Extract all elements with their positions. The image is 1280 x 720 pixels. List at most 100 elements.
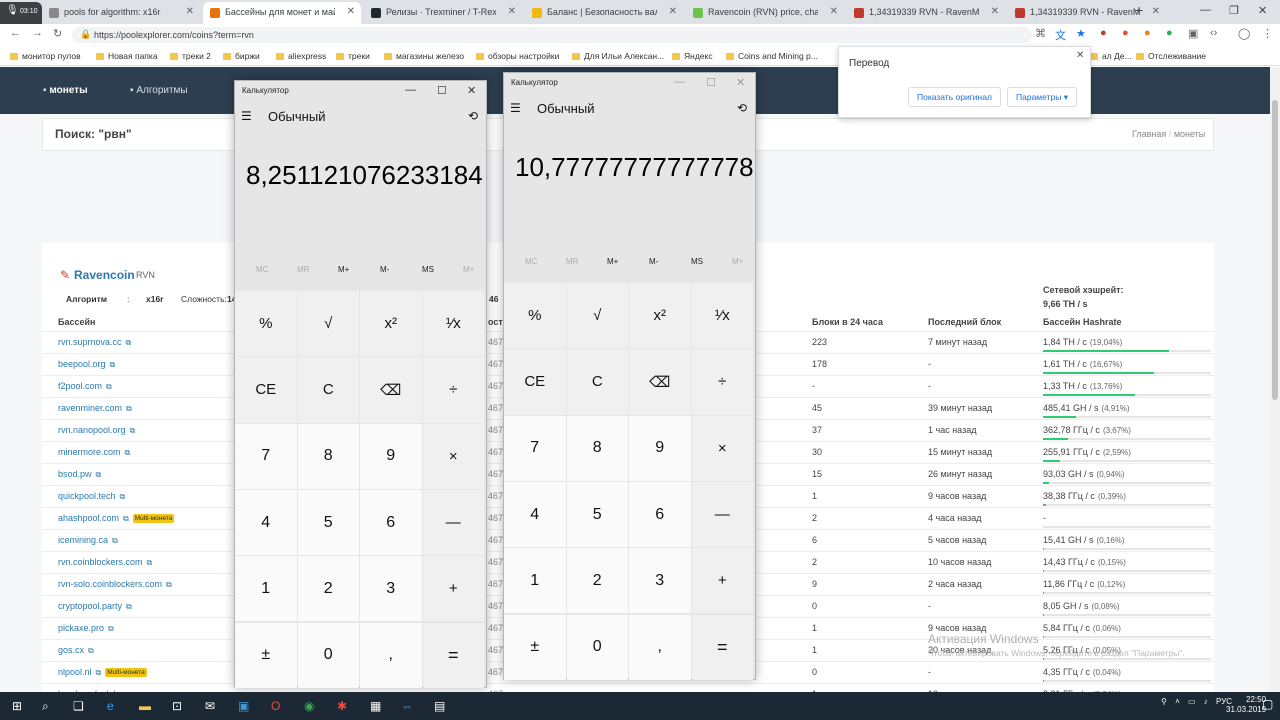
- teamviewer-icon[interactable]: ⇔: [401, 699, 413, 713]
- calc1-menu-icon[interactable]: ☰: [241, 109, 252, 123]
- mail-icon[interactable]: ✉: [205, 699, 215, 713]
- calc-key[interactable]: x²: [360, 291, 422, 357]
- bookmark-item[interactable]: магазины железо: [384, 51, 464, 61]
- calc2-menu-icon[interactable]: ☰: [510, 101, 521, 115]
- pool-link[interactable]: cryptopool.party ⧉: [58, 601, 132, 612]
- calc1-maximize-icon[interactable]: ☐: [437, 84, 447, 97]
- extension-grey-icon[interactable]: ▣: [1188, 27, 1198, 40]
- calc-key[interactable]: —: [422, 489, 484, 556]
- search-icon[interactable]: ⌕: [42, 699, 49, 714]
- external-link-icon[interactable]: ⧉: [112, 536, 118, 545]
- external-link-icon[interactable]: ⧉: [166, 580, 172, 589]
- extension-orange-icon[interactable]: ●: [1144, 27, 1151, 39]
- col-pool-header[interactable]: Бассейн: [58, 317, 95, 327]
- bookmark-item[interactable]: Для Ильи Алексан...: [572, 51, 664, 61]
- calc-key[interactable]: ⌫: [629, 349, 691, 415]
- external-link-icon[interactable]: ⧉: [125, 448, 131, 457]
- pool-link[interactable]: f2pool.com ⧉: [58, 381, 112, 392]
- calc-key[interactable]: √: [566, 283, 628, 349]
- extension-green-icon[interactable]: ●: [1166, 27, 1173, 39]
- calc-key[interactable]: 2: [297, 556, 359, 622]
- taskbar-clock[interactable]: 22:50 31.03.2019: [1226, 695, 1266, 715]
- calc-key[interactable]: ÷: [691, 349, 753, 415]
- calc-key[interactable]: %: [504, 283, 566, 349]
- calc-key[interactable]: ¹⁄x: [691, 283, 753, 349]
- task-view-icon[interactable]: ❏: [73, 699, 84, 713]
- calc-key[interactable]: 9: [629, 415, 691, 481]
- calc1-history-icon[interactable]: ⟲: [468, 109, 478, 123]
- external-link-icon[interactable]: ⧉: [130, 426, 136, 435]
- calc2-close-icon[interactable]: ✕: [736, 76, 745, 89]
- bookmark-item[interactable]: монитор пулов: [10, 51, 81, 61]
- address-bar[interactable]: 🔒 https://poolexplorer.com/coins?term=rv…: [72, 27, 1032, 43]
- external-link-icon[interactable]: ⧉: [88, 646, 94, 655]
- windows-start-icon[interactable]: ⊞: [12, 699, 22, 713]
- translate-close-icon[interactable]: ✕: [1076, 50, 1084, 61]
- file-explorer-icon[interactable]: ▬: [139, 699, 151, 713]
- bookmark-item[interactable]: ал Де...: [1090, 51, 1132, 61]
- external-link-icon[interactable]: ⧉: [123, 514, 129, 523]
- bookmark-item[interactable]: обзоры настройки: [476, 51, 559, 61]
- calc-key[interactable]: CE: [504, 349, 566, 415]
- calc-key[interactable]: ×: [691, 415, 753, 481]
- pool-link[interactable]: rvn.coinblockers.com ⧉: [58, 557, 152, 568]
- extension-red-icon[interactable]: ●: [1122, 27, 1129, 39]
- calc2-maximize-icon[interactable]: ☐: [706, 76, 716, 89]
- calc-key[interactable]: 3: [360, 556, 422, 622]
- calc-key[interactable]: 6: [629, 481, 691, 548]
- calc-key[interactable]: =: [691, 614, 753, 680]
- new-tab-button[interactable]: +: [1135, 2, 1143, 18]
- calc-key[interactable]: +: [422, 556, 484, 622]
- pool-link[interactable]: pickaxe.pro ⧉: [58, 623, 114, 634]
- external-link-icon[interactable]: ⧉: [96, 668, 102, 677]
- calc-key[interactable]: %: [235, 291, 297, 357]
- pool-link[interactable]: nlpool.nl ⧉ Multi-монета: [58, 667, 147, 678]
- pool-link[interactable]: ahashpool.com ⧉ Multi-монета: [58, 513, 175, 524]
- volume-icon[interactable]: ♪: [1204, 697, 1208, 706]
- tray-chevron-icon[interactable]: ˄: [1175, 697, 1180, 706]
- bookmark-item[interactable]: треки: [336, 51, 370, 61]
- app-grid-icon[interactable]: ▦: [370, 699, 381, 713]
- calc-key[interactable]: —: [691, 481, 753, 548]
- calc1-minimize-icon[interactable]: —: [405, 84, 416, 96]
- col-last-header[interactable]: Последний блок: [928, 317, 1001, 327]
- tab-close-icon[interactable]: ✕: [1152, 6, 1160, 17]
- browser-tab[interactable]: Баланс | Безопасность валюты ✕: [525, 2, 683, 24]
- calc-key[interactable]: 9: [360, 423, 422, 489]
- coin-name-link[interactable]: Ravencoin: [74, 268, 135, 282]
- calc2-history-icon[interactable]: ⟲: [737, 101, 747, 115]
- nav-algorithms[interactable]: ▪ Алгоритмы: [130, 85, 188, 96]
- scrollbar-thumb[interactable]: [1272, 100, 1278, 400]
- external-link-icon[interactable]: ⧉: [108, 624, 114, 633]
- calc-key[interactable]: C: [566, 349, 628, 415]
- store-icon[interactable]: ⊡: [172, 699, 182, 713]
- external-link-icon[interactable]: ⧉: [126, 602, 132, 611]
- pool-link[interactable]: minermore.com ⧉: [58, 447, 130, 458]
- tab-close-icon[interactable]: ✕: [830, 6, 838, 17]
- menu-dots-icon[interactable]: ⋮: [1262, 27, 1273, 40]
- pool-link[interactable]: icemining.ca ⧉: [58, 535, 118, 546]
- col-hash-header[interactable]: Бассейн Hashrate: [1043, 317, 1121, 327]
- calc-key[interactable]: =: [422, 622, 484, 688]
- tab-close-icon[interactable]: ✕: [669, 6, 677, 17]
- memory-button-ms[interactable]: MS: [422, 265, 434, 274]
- browser-tab[interactable]: pools for algorithm: x16r ✕: [42, 2, 200, 24]
- tab-close-icon[interactable]: ✕: [186, 6, 194, 17]
- pool-link[interactable]: beepool.org ⧉: [58, 359, 115, 370]
- pool-link[interactable]: bsod.pw ⧉: [58, 469, 101, 480]
- calc2-minimize-icon[interactable]: —: [674, 76, 685, 88]
- extension-abp-icon[interactable]: ●: [1100, 27, 1107, 39]
- calc-key[interactable]: 1: [235, 556, 297, 622]
- bookmark-item[interactable]: Coins and Mining p...: [726, 51, 818, 61]
- calc-key[interactable]: 2: [566, 548, 628, 614]
- calc-key[interactable]: 1: [504, 548, 566, 614]
- external-link-icon[interactable]: ⧉: [126, 404, 132, 413]
- calculator-taskbar-icon[interactable]: ▤: [434, 699, 445, 713]
- calc-key[interactable]: ,: [629, 614, 691, 680]
- calc-key[interactable]: ×: [422, 423, 484, 489]
- pool-link[interactable]: rvn.suprnova.cc ⧉: [58, 337, 131, 348]
- bookmark-item[interactable]: Яндекс: [672, 51, 713, 61]
- forward-icon[interactable]: →: [32, 27, 43, 39]
- translate-active-icon[interactable]: 文: [1055, 27, 1066, 43]
- external-link-icon[interactable]: ⧉: [110, 360, 116, 369]
